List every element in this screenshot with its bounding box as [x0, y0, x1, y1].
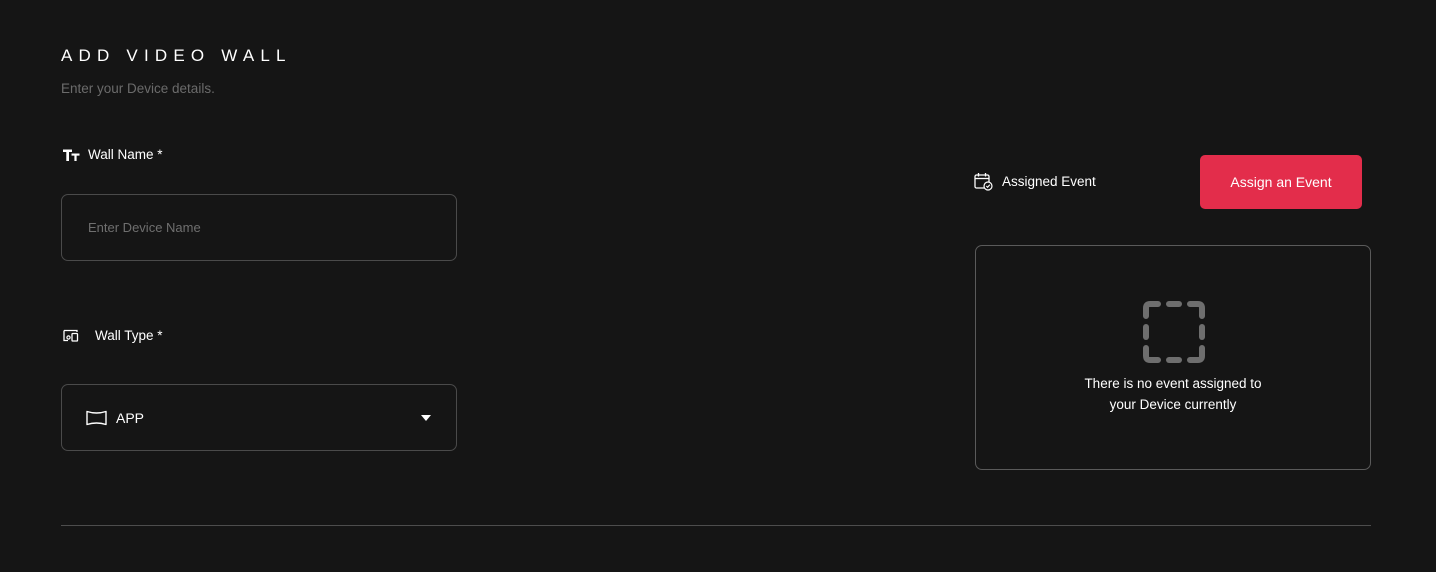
- screen-icon: [86, 410, 107, 426]
- assign-event-button[interactable]: Assign an Event: [1200, 155, 1362, 209]
- assigned-event-label: Assigned Event: [974, 172, 1096, 191]
- wall-type-select[interactable]: APP: [61, 384, 457, 451]
- calendar-check-icon: [974, 172, 993, 191]
- page-subtitle: Enter your Device details.: [61, 81, 215, 96]
- page-title: ADD VIDEO WALL: [61, 46, 292, 65]
- wall-type-selected-value: APP: [116, 409, 145, 426]
- section-divider: [61, 525, 1371, 526]
- assigned-event-label-text: Assigned Event: [1002, 174, 1096, 189]
- wall-type-label-text: Wall Type *: [95, 328, 163, 343]
- empty-event-message: There is no event assigned to your Devic…: [976, 373, 1370, 415]
- empty-event-message-line1: There is no event assigned to: [1084, 376, 1262, 391]
- wall-name-label-text: Wall Name *: [88, 147, 163, 162]
- add-video-wall-page: ADD VIDEO WALL Enter your Device details…: [0, 0, 1436, 572]
- devices-icon: [61, 329, 79, 342]
- dashed-square-icon: [1142, 300, 1206, 364]
- caret-down-icon: [421, 414, 431, 421]
- empty-event-message-line2: your Device currently: [1109, 397, 1237, 412]
- text-size-icon: [61, 148, 80, 162]
- wall-name-input[interactable]: [61, 194, 457, 261]
- wall-type-label: Wall Type *: [61, 328, 163, 343]
- wall-name-label: Wall Name *: [61, 147, 163, 162]
- assigned-event-panel: There is no event assigned to your Devic…: [975, 245, 1371, 470]
